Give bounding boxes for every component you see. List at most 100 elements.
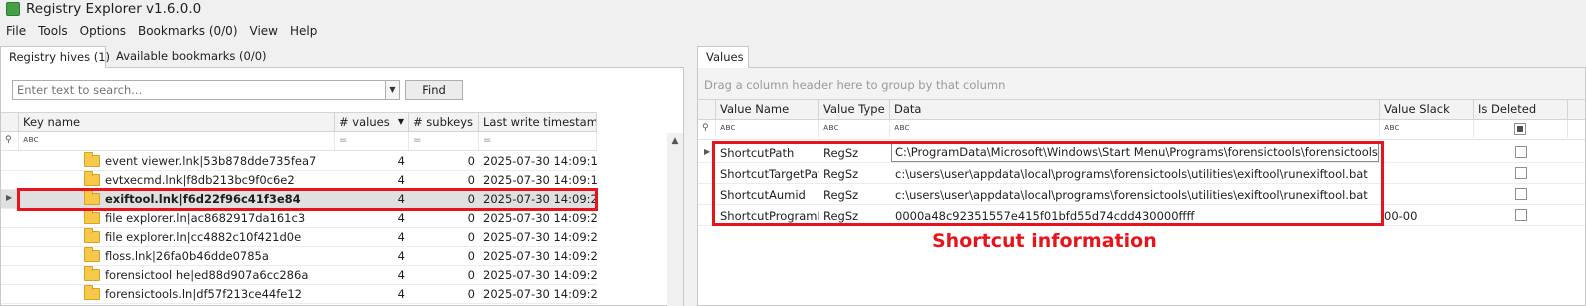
- values-grid-header: Value Name Value Type Data Value Slack I…: [698, 100, 1585, 120]
- table-row[interactable]: floss.lnk|26fa0b46dde0785a 4 0 2025-07-3…: [1, 247, 597, 266]
- current-row-arrow-icon: ▶: [6, 193, 13, 202]
- filter-pin-icon: ⚲: [1, 132, 19, 150]
- vertical-scrollbar[interactable]: ▲: [667, 133, 683, 306]
- scroll-up-icon[interactable]: ▲: [667, 133, 683, 149]
- current-row-arrow-icon: ▶: [704, 147, 711, 156]
- values-count-cell: 4: [397, 230, 405, 244]
- key-name-cell: forensictool he|ed88d907a6cc286a: [105, 268, 309, 282]
- column-header-subkeys[interactable]: # subkeys: [409, 113, 479, 132]
- key-name-cell: forensictools.ln|df57f213ce44fe12: [105, 287, 302, 301]
- value-slack-cell: [1380, 186, 1474, 204]
- key-name-cell: file explorer.ln|cc4882c10f421d0e: [105, 230, 302, 244]
- column-header-key-name[interactable]: Key name: [19, 113, 335, 132]
- filter-values[interactable]: =: [335, 132, 409, 150]
- subkeys-count-cell: 0: [467, 173, 475, 187]
- folder-icon: [84, 171, 100, 186]
- value-slack-cell: 00-00: [1384, 209, 1418, 223]
- table-row[interactable]: file explorer.ln|cc4882c10f421d0e 4 0 20…: [1, 228, 597, 247]
- menu-bar: File Tools Options Bookmarks (0/0) View …: [0, 22, 323, 42]
- menu-file[interactable]: File: [6, 22, 26, 42]
- annotation-label: Shortcut information: [932, 230, 1157, 252]
- tab-values[interactable]: Values: [697, 46, 749, 68]
- key-name-cell: floss.lnk|26fa0b46dde0785a: [105, 249, 269, 263]
- tab-registry-hives[interactable]: Registry hives (1): [0, 46, 110, 68]
- keys-filter-row: ⚲ ᴀʙc = = =: [1, 132, 597, 151]
- search-input[interactable]: [12, 80, 386, 100]
- row-indicator-header: [698, 100, 716, 119]
- filter-pin-icon: ⚲: [698, 120, 716, 138]
- folder-icon: [84, 266, 100, 281]
- column-header-value-type[interactable]: Value Type: [819, 100, 890, 119]
- table-row[interactable]: file explorer.ln|ac8682917da161c3 4 0 20…: [1, 209, 597, 228]
- menu-tools[interactable]: Tools: [38, 22, 68, 42]
- menu-bookmarks[interactable]: Bookmarks (0/0): [138, 22, 238, 42]
- subkeys-count-cell: 0: [467, 268, 475, 282]
- timestamp-cell: 2025-07-30 14:09:23: [483, 230, 597, 244]
- is-deleted-checkbox[interactable]: [1515, 167, 1527, 179]
- column-header-values[interactable]: # values ▼: [335, 113, 409, 132]
- table-row[interactable]: forensictool he|ed88d907a6cc286a 4 0 202…: [1, 266, 597, 285]
- filter-deleted-checkbox[interactable]: [1514, 123, 1526, 135]
- column-header-values-label: # values: [339, 115, 390, 129]
- filter-data[interactable]: ᴀʙc: [890, 120, 1380, 138]
- is-deleted-checkbox[interactable]: [1515, 188, 1527, 200]
- window-title: Registry Explorer v1.6.0.0: [26, 1, 202, 17]
- registry-cube-icon: [6, 2, 20, 16]
- value-slack-cell: [1380, 144, 1474, 162]
- timestamp-cell: 2025-07-30 14:09:20: [483, 249, 597, 263]
- filter-value-slack[interactable]: ᴀʙc: [1380, 120, 1474, 138]
- subkeys-count-cell: 0: [467, 287, 475, 301]
- values-count-cell: 4: [397, 249, 405, 263]
- menu-help[interactable]: Help: [290, 22, 317, 42]
- key-name-cell: file explorer.ln|ac8682917da161c3: [105, 211, 306, 225]
- timestamp-cell: 2025-07-30 14:09:22: [483, 268, 597, 282]
- values-count-cell: 4: [397, 173, 405, 187]
- filter-timestamp[interactable]: =: [479, 132, 597, 150]
- table-row[interactable]: event viewer.lnk|53b878dde735fea7 4 0 20…: [1, 152, 597, 171]
- menu-options[interactable]: Options: [80, 22, 126, 42]
- folder-icon: [84, 247, 100, 262]
- highlight-box-selected-key: [17, 188, 598, 211]
- folder-icon: [84, 209, 100, 224]
- column-header-is-deleted[interactable]: Is Deleted: [1474, 100, 1568, 119]
- table-row[interactable]: forensictools.ln|df57f213ce44fe12 4 0 20…: [1, 285, 597, 304]
- folder-icon: [84, 152, 100, 167]
- column-header-timestamp[interactable]: Last write timestamp: [479, 113, 597, 132]
- filter-value-type[interactable]: ᴀʙc: [819, 120, 890, 138]
- filter-value-name[interactable]: ᴀʙc: [716, 120, 819, 138]
- column-header-value-slack[interactable]: Value Slack: [1380, 100, 1474, 119]
- values-count-cell: 4: [397, 287, 405, 301]
- values-count-cell: 4: [397, 211, 405, 225]
- find-button[interactable]: Find: [405, 80, 463, 100]
- row-indicator-header: [1, 113, 19, 132]
- filter-subkeys[interactable]: =: [409, 132, 479, 150]
- folder-icon: [84, 285, 100, 300]
- timestamp-cell: 2025-07-30 14:09:18: [483, 154, 597, 168]
- key-name-cell: event viewer.lnk|53b878dde735fea7: [105, 154, 317, 168]
- column-header-data[interactable]: Data: [890, 100, 1380, 119]
- tab-available-bookmarks[interactable]: Available bookmarks (0/0): [108, 46, 267, 68]
- chevron-down-icon: ▼: [389, 85, 396, 94]
- timestamp-cell: 2025-07-30 14:09:19: [483, 173, 597, 187]
- column-header-value-name[interactable]: Value Name: [716, 100, 819, 119]
- sort-descending-icon: ▼: [397, 117, 404, 126]
- value-slack-cell: [1380, 165, 1474, 183]
- filter-is-deleted[interactable]: [1474, 120, 1568, 138]
- filter-key-name[interactable]: ᴀʙc: [19, 132, 335, 150]
- subkeys-count-cell: 0: [467, 230, 475, 244]
- is-deleted-checkbox[interactable]: [1515, 209, 1527, 221]
- timestamp-cell: 2025-07-30 14:09:22: [483, 287, 597, 301]
- subkeys-count-cell: 0: [467, 249, 475, 263]
- key-name-cell: evtxecmd.lnk|f8db213bc9f0c6e2: [105, 173, 295, 187]
- title-bar: [0, 0, 1586, 20]
- search-dropdown-button[interactable]: ▼: [385, 80, 400, 100]
- values-count-cell: 4: [397, 268, 405, 282]
- timestamp-cell: 2025-07-30 14:09:23: [483, 211, 597, 225]
- highlight-box-shortcut-values: [712, 141, 1384, 226]
- is-deleted-checkbox[interactable]: [1515, 146, 1527, 158]
- menu-view[interactable]: View: [250, 22, 278, 42]
- values-count-cell: 4: [397, 154, 405, 168]
- keys-grid-header: Key name # values ▼ # subkeys Last write…: [1, 112, 597, 132]
- values-filter-row: ⚲ ᴀʙc ᴀʙc ᴀʙc ᴀʙc: [698, 120, 1585, 140]
- group-by-hint[interactable]: Drag a column header here to group by th…: [698, 68, 1585, 100]
